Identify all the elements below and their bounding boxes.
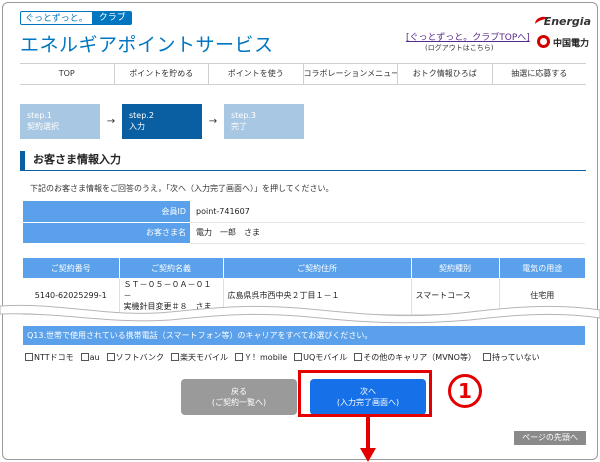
page-top-button[interactable]: ページの先頭へ (514, 431, 586, 445)
down-arrow-icon (360, 416, 376, 462)
carrier-options: NTTドコモ au ソフトバンク 楽天モバイル Ｙ！mobile UQモバイル … (25, 350, 585, 364)
col-contract-type: 契約種別 (411, 258, 500, 278)
option-label: Ｙ！mobile (244, 352, 288, 362)
customer-name-value: 電力 一郎 さま (190, 222, 585, 244)
club-badge-right: クラブ (92, 11, 132, 25)
question-title: Q13.世帯で使用されている携帯電話（スマートフォン等）のキャリアをすべてお選び… (23, 326, 585, 345)
option-label: au (89, 352, 100, 362)
checkbox[interactable] (482, 353, 491, 361)
table-header-row: ご契約番号 ご契約名義 ご契約住所 契約種別 電気の用途 (23, 258, 585, 278)
nav-use-points[interactable]: ポイントを使う (209, 64, 304, 84)
contract-holder-line1: ＳＴ－０５－０Ａ－０１－ (123, 280, 212, 301)
step-2-label: 入力 (129, 122, 145, 131)
step-arrow-icon: → (106, 116, 116, 127)
option-label: 楽天モバイル (180, 352, 229, 362)
step-2-number: step.2 (129, 111, 154, 120)
checkbox[interactable] (294, 353, 303, 361)
back-button-sublabel: (ご契約一覧へ) (211, 398, 267, 407)
step-3: step.3 完了 (224, 104, 304, 139)
site-title: エネルギアポイントサービス (20, 34, 274, 56)
option-au[interactable]: au (80, 352, 100, 362)
chugoku-mark-icon (537, 35, 550, 48)
step-indicator: step.1 契約選択 → step.2 入力 → step.3 完了 (20, 104, 304, 139)
company-logo[interactable]: Energia 中国電力 (533, 14, 595, 51)
back-button-label: 戻る (231, 387, 247, 396)
option-label: NTTドコモ (34, 352, 74, 362)
nav-lottery[interactable]: 抽選に応募する (493, 64, 587, 84)
step-2: step.2 入力 (122, 104, 202, 139)
club-badge[interactable]: ぐっとずっと。 クラブ (20, 11, 132, 25)
option-ymobile[interactable]: Ｙ！mobile (235, 352, 287, 363)
logout-note: (ログアウトはこちら) (425, 44, 494, 52)
step-arrow-icon: → (208, 116, 218, 127)
checkbox[interactable] (354, 353, 363, 361)
customer-name-label: お客さま名 (23, 222, 190, 244)
global-nav: TOP ポイントを貯める ポイントを使う コラボレーションメニュー おトク情報ひ… (20, 63, 586, 85)
option-label: 持っていない (491, 352, 540, 362)
next-button-highlight (298, 370, 432, 417)
option-rakuten[interactable]: 楽天モバイル (171, 352, 228, 363)
step-1-label: 契約選択 (27, 122, 59, 131)
club-top-link[interactable]: [ぐっとずっと。クラブTOPへ] (406, 30, 530, 43)
member-id-label: 会員ID (23, 201, 190, 223)
nav-collaboration[interactable]: コラボレーションメニュー (304, 64, 398, 84)
option-label: UQモバイル (303, 352, 348, 362)
member-info-table: 会員ID point-741607 お客さま名 電力 一郎 さま (23, 201, 585, 244)
option-label: その他のキャリア（MVNO等） (363, 352, 476, 362)
option-none[interactable]: 持っていない (482, 352, 540, 363)
step-3-label: 完了 (231, 122, 247, 131)
instruction-text: 下記のお客さま情報をご回答のうえ，「次へ（入力完了画面へ）」を押してください。 (30, 184, 334, 193)
logo-energia-text: Energia (543, 15, 591, 28)
step-1: step.1 契約選択 (20, 104, 100, 139)
club-badge-left: ぐっとずっと。 (20, 11, 93, 25)
member-id-value: point-741607 (190, 201, 585, 223)
col-electric-use: 電気の用途 (499, 258, 585, 278)
option-softbank[interactable]: ソフトバンク (106, 352, 165, 363)
nav-deals[interactable]: おトク情報ひろば (398, 64, 493, 84)
option-docomo[interactable]: NTTドコモ (25, 352, 74, 363)
checkbox[interactable] (171, 353, 180, 361)
col-contract-number: ご契約番号 (23, 258, 120, 278)
logo-company-name: 中国電力 (553, 39, 590, 49)
col-contract-holder: ご契約名義 (119, 258, 224, 278)
option-uq[interactable]: UQモバイル (294, 352, 347, 363)
step-1-number: step.1 (27, 111, 52, 120)
section-title: お客さま情報入力 (20, 151, 586, 171)
callout-number: 1 (448, 374, 482, 408)
checkbox[interactable] (25, 353, 33, 361)
back-button[interactable]: 戻る (ご契約一覧へ) (181, 379, 297, 415)
nav-earn-points[interactable]: ポイントを貯める (115, 64, 209, 84)
col-contract-address: ご契約住所 (223, 258, 412, 278)
option-label: ソフトバンク (115, 352, 165, 362)
table-row: 会員ID point-741607 (23, 201, 585, 223)
checkbox[interactable] (80, 353, 89, 361)
torn-edge-divider (0, 304, 600, 324)
nav-top[interactable]: TOP (20, 64, 115, 84)
checkbox[interactable] (235, 353, 244, 361)
option-other-mvno[interactable]: その他のキャリア（MVNO等） (354, 352, 476, 363)
checkbox[interactable] (106, 353, 115, 361)
table-row: お客さま名 電力 一郎 さま (23, 222, 585, 244)
step-3-number: step.3 (231, 111, 256, 120)
